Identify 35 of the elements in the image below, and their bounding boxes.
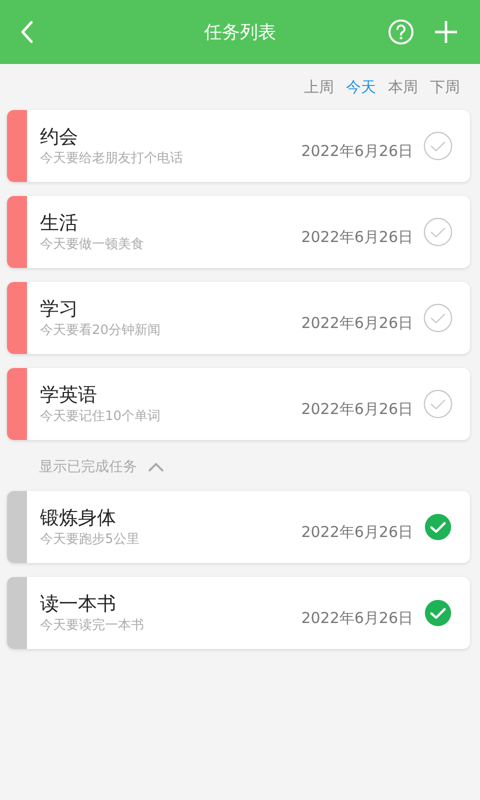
- task-date: 2022年6月26日: [301, 142, 413, 160]
- task-title: 锻炼身体: [40, 506, 117, 531]
- help-icon[interactable]: [388, 19, 414, 45]
- checked-icon[interactable]: [423, 598, 453, 628]
- task-date: 2022年6月26日: [301, 228, 413, 246]
- check-circle-icon[interactable]: [423, 217, 453, 247]
- page-title: 任务列表: [204, 21, 276, 44]
- task-card[interactable]: 生活 今天要做一顿美食 2022年6月26日: [7, 196, 470, 268]
- task-card[interactable]: 学习 今天要看20分钟新闻 2022年6月26日: [7, 282, 470, 354]
- task-title: 生活: [40, 211, 79, 236]
- task-date: 2022年6月26日: [301, 314, 413, 332]
- task-date: 2022年6月26日: [301, 400, 413, 418]
- task-note: 今天要做一顿美食: [40, 236, 145, 254]
- task-title: 学英语: [40, 383, 98, 408]
- task-note: 今天要跑步5公里: [40, 531, 140, 549]
- check-circle-icon[interactable]: [423, 303, 453, 333]
- task-date: 2022年6月26日: [301, 522, 413, 542]
- task-title: 约会: [40, 125, 79, 150]
- back-icon[interactable]: [20, 19, 34, 45]
- check-circle-icon[interactable]: [423, 389, 453, 419]
- caret-icon: [147, 461, 165, 473]
- task-card[interactable]: 锻炼身体 今天要跑步5公里 2022年6月26日: [7, 491, 470, 563]
- add-icon[interactable]: [434, 20, 458, 44]
- check-circle-icon[interactable]: [423, 131, 453, 161]
- task-note: 今天要看20分钟新闻: [40, 322, 162, 340]
- task-card[interactable]: 读一本书 今天要读完一本书 2022年6月26日: [7, 577, 470, 649]
- task-date: 2022年6月26日: [301, 608, 413, 628]
- checked-icon[interactable]: [423, 512, 453, 542]
- task-card[interactable]: 学英语 今天要记住10个单词 2022年6月26日: [7, 368, 470, 440]
- task-title: 学习: [40, 297, 79, 322]
- task-note: 今天要给老朋友打个电话: [40, 150, 184, 168]
- task-title: 读一本书: [40, 592, 117, 617]
- task-card[interactable]: 约会 今天要给老朋友打个电话 2022年6月26日: [7, 110, 470, 182]
- task-note: 今天要记住10个单词: [40, 408, 162, 426]
- task-note: 今天要读完一本书: [40, 617, 145, 635]
